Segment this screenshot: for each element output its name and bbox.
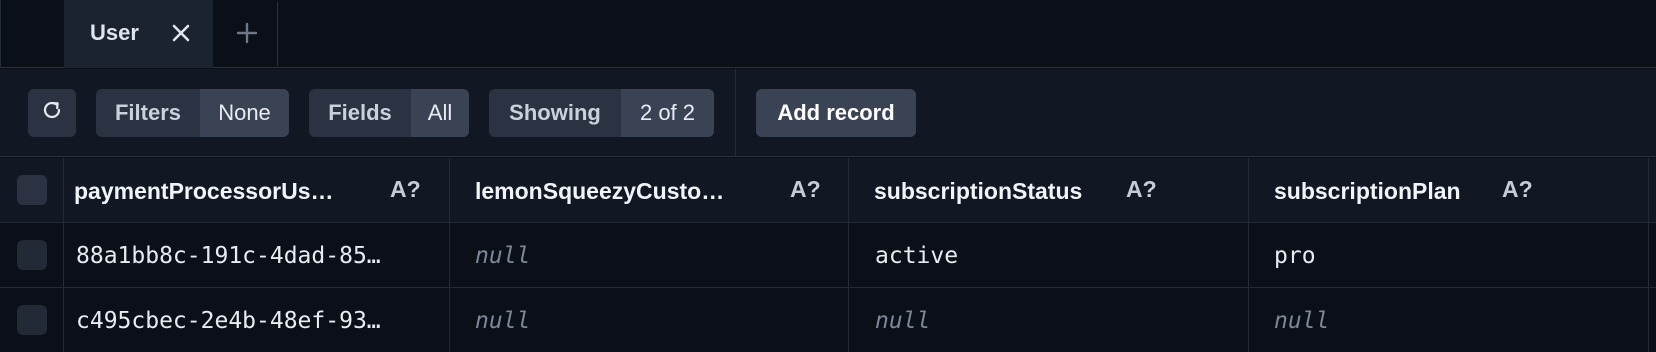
row-checkbox[interactable] <box>16 240 47 270</box>
cell-null-value: null <box>475 308 531 334</box>
tab-bar-edge <box>0 0 1 68</box>
plus-icon[interactable] <box>232 18 262 48</box>
column-type-tag: A? <box>1502 176 1533 202</box>
column-header[interactable]: paymentProcessorUs… A? <box>64 158 450 222</box>
showing-label: Showing <box>509 100 601 125</box>
column-header[interactable]: subscriptionStatus A? <box>849 158 1249 222</box>
tab-label: User <box>90 20 139 45</box>
column-type-tag: A? <box>1126 176 1157 202</box>
table-cell[interactable]: c495cbec-2e4b-48ef-93… <box>64 288 450 352</box>
table-row[interactable]: 88a1bb8c-191c-4dad-85… null active pro <box>0 223 1656 288</box>
row-overflow-cell <box>1649 223 1656 287</box>
tab-divider <box>277 2 278 66</box>
filters-label: Filters <box>114 100 182 125</box>
records-table: paymentProcessorUs… A? lemonSqueezyCusto… <box>0 158 1656 352</box>
column-header[interactable]: subscriptionPlan A? <box>1249 158 1649 222</box>
table-cell[interactable]: null <box>1249 288 1649 352</box>
cell-null-value: null <box>1274 308 1330 334</box>
header-overflow-cell <box>1649 158 1656 222</box>
row-select-cell <box>0 288 64 352</box>
table-row[interactable]: c495cbec-2e4b-48ef-93… null null null <box>0 288 1656 352</box>
toolbar-divider <box>735 69 736 157</box>
table-cell[interactable]: null <box>450 288 849 352</box>
column-header[interactable]: lemonSqueezyCusto… A? <box>450 158 849 222</box>
table-cell[interactable]: active <box>849 223 1249 287</box>
refresh-button[interactable] <box>28 89 76 137</box>
table-cell[interactable]: 88a1bb8c-191c-4dad-85… <box>64 223 450 287</box>
cell-value: 88a1bb8c-191c-4dad-85… <box>76 243 381 269</box>
fields-label: Fields <box>328 100 392 125</box>
fields-value: All <box>411 89 469 137</box>
cell-null-value: null <box>475 243 531 269</box>
close-icon[interactable] <box>166 18 196 48</box>
cell-value: pro <box>1274 243 1316 269</box>
showing-value: 2 of 2 <box>621 89 714 137</box>
cell-null-value: null <box>875 308 931 334</box>
column-header-label: paymentProcessorUs… <box>74 178 334 204</box>
cell-value: c495cbec-2e4b-48ef-93… <box>76 308 381 334</box>
table-cell[interactable]: null <box>450 223 849 287</box>
tab-user[interactable]: User <box>64 0 213 68</box>
refresh-icon <box>40 98 64 128</box>
tab-bar: User <box>0 0 1656 68</box>
toolbar: Filters None Fields All Showing 2 of 2 A… <box>0 69 1656 157</box>
column-type-tag: A? <box>790 176 821 202</box>
table-cell[interactable]: null <box>849 288 1249 352</box>
showing-button[interactable]: Showing 2 of 2 <box>489 89 714 137</box>
fields-button[interactable]: Fields All <box>309 89 469 137</box>
add-record-button[interactable]: Add record <box>756 89 916 137</box>
column-header-label: lemonSqueezyCusto… <box>475 178 725 204</box>
row-overflow-cell <box>1649 288 1656 352</box>
cell-value: active <box>875 243 959 269</box>
row-checkbox[interactable] <box>16 305 47 335</box>
table-cell[interactable]: pro <box>1249 223 1649 287</box>
row-select-cell <box>0 223 64 287</box>
column-type-tag: A? <box>390 176 421 202</box>
column-header-label: subscriptionPlan <box>1274 178 1461 204</box>
select-all-cell <box>0 158 64 222</box>
filters-value: None <box>200 89 289 137</box>
table-header-row: paymentProcessorUs… A? lemonSqueezyCusto… <box>0 158 1656 223</box>
column-header-label: subscriptionStatus <box>874 178 1083 204</box>
filters-button[interactable]: Filters None <box>96 89 289 137</box>
select-all-checkbox[interactable] <box>16 175 47 205</box>
